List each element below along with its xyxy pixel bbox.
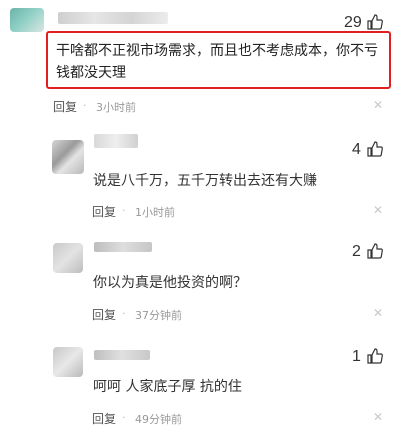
avatar[interactable] <box>10 8 44 32</box>
like-count: 4 <box>352 141 361 158</box>
thumbs-up-icon[interactable] <box>367 243 383 259</box>
thumbs-up-icon[interactable] <box>367 14 383 30</box>
like-count: 1 <box>352 348 361 365</box>
close-icon[interactable]: ✕ <box>373 306 383 320</box>
close-icon[interactable]: ✕ <box>373 410 383 424</box>
separator: · <box>83 99 87 112</box>
close-icon[interactable]: ✕ <box>373 98 383 112</box>
comment-text: 呵呵 人家底子厚 抗的住 <box>93 379 242 395</box>
thumbs-up-icon[interactable] <box>367 348 383 364</box>
username-blurred[interactable] <box>58 12 168 24</box>
reply-link[interactable]: 回复 <box>92 203 116 220</box>
close-icon[interactable]: ✕ <box>373 203 383 217</box>
reply-link[interactable]: 回复 <box>92 306 116 323</box>
comment-time: 37分钟前 <box>135 309 182 322</box>
comment-time: 1小时前 <box>135 206 175 219</box>
comment-text: 干啥都不正视市场需求，而且也不考虑成本，你不亏钱都没天理 <box>56 43 378 81</box>
like-count: 2 <box>352 243 361 260</box>
comment-text: 你以为真是他投资的啊？ <box>93 275 247 291</box>
username-blurred[interactable] <box>94 242 152 252</box>
comment-time: 3小时前 <box>96 101 136 114</box>
reply-link[interactable]: 回复 <box>53 98 77 115</box>
avatar[interactable] <box>52 140 84 174</box>
separator: · <box>122 204 126 217</box>
separator: · <box>122 411 126 424</box>
username-blurred[interactable] <box>94 134 138 148</box>
separator: · <box>122 307 126 320</box>
comment-time: 49分钟前 <box>135 413 182 426</box>
reply-link[interactable]: 回复 <box>92 410 116 427</box>
comment-text: 说是八千万，五千万转出去还有大赚 <box>93 173 317 189</box>
like-count: 29 <box>344 14 362 31</box>
thumbs-up-icon[interactable] <box>367 141 383 157</box>
avatar[interactable] <box>53 347 83 377</box>
avatar[interactable] <box>53 243 83 273</box>
username-blurred[interactable] <box>94 350 150 360</box>
highlighted-comment-box: 干啥都不正视市场需求，而且也不考虑成本，你不亏钱都没天理 <box>46 31 391 89</box>
